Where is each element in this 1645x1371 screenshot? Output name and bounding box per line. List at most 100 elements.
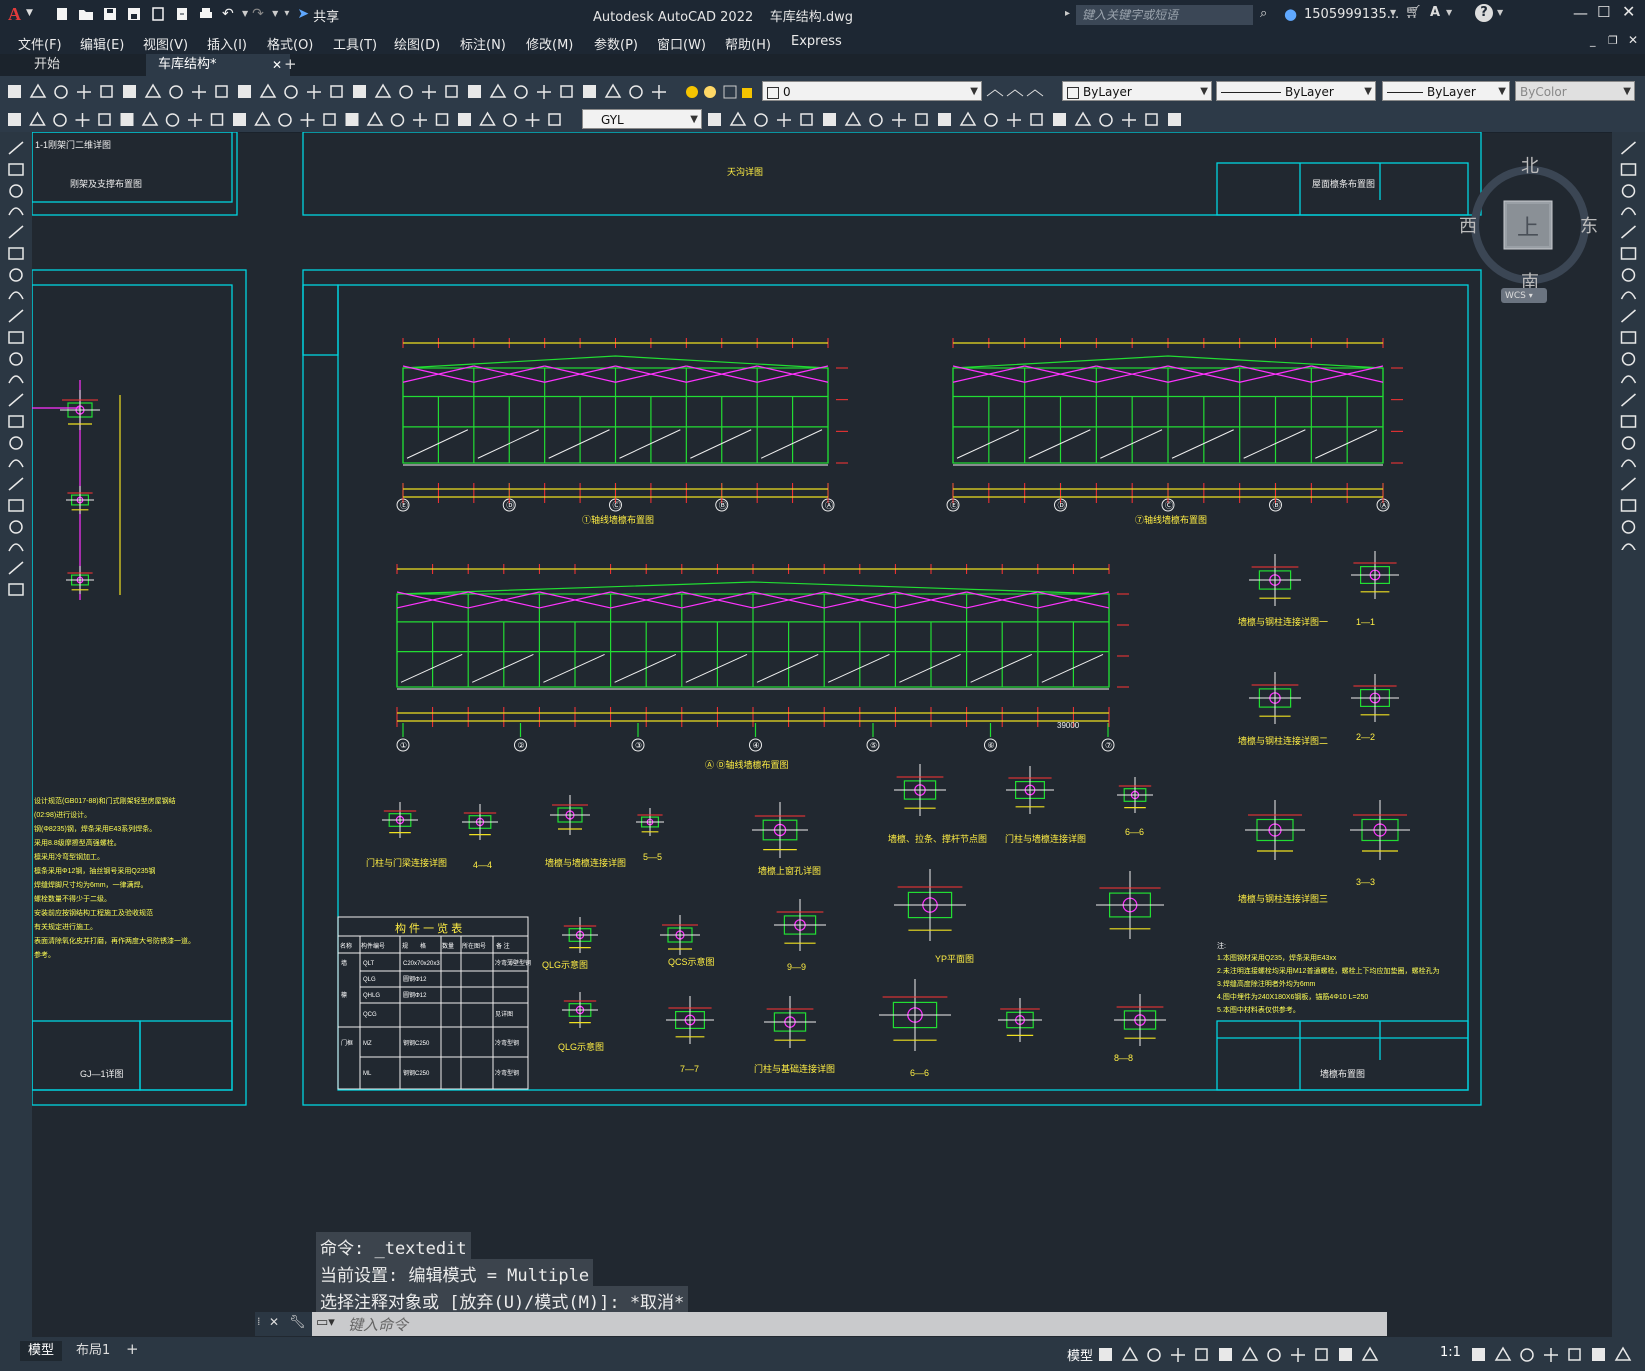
radius-dim-icon[interactable] [366, 111, 384, 126]
selection-cycle-icon[interactable] [1339, 1348, 1352, 1361]
standard-toolbar-icons[interactable] [6, 82, 671, 102]
linear-dim-icon[interactable] [278, 113, 292, 127]
modify-toolbar-icons[interactable] [706, 110, 1226, 130]
print-icon[interactable] [77, 85, 91, 99]
revision-cloud-icon[interactable] [8, 291, 24, 300]
stretch-icon[interactable] [1621, 309, 1636, 323]
polygon-icon[interactable] [8, 207, 24, 216]
new-icon[interactable] [8, 85, 21, 98]
diameter-dim-icon[interactable] [390, 113, 405, 127]
point-icon[interactable] [8, 415, 24, 428]
offset-icon[interactable] [754, 113, 768, 127]
viewcube-east[interactable]: 东 [1580, 212, 1598, 238]
menu-window[interactable]: 窗口(W) [657, 34, 706, 53]
new-tab-icon[interactable]: + [284, 55, 297, 73]
leader-icon[interactable] [479, 111, 496, 126]
linear-dim-icon[interactable] [548, 113, 561, 126]
save-web-icon[interactable] [174, 6, 190, 22]
save-icon[interactable] [560, 85, 573, 98]
add-layout-icon[interactable]: + [126, 1340, 139, 1358]
mirror-icon[interactable] [1621, 184, 1636, 198]
tolerance-icon[interactable] [233, 113, 246, 126]
autodesk-app-dropdown-icon[interactable]: ▼ [1446, 8, 1452, 17]
publish-icon[interactable] [123, 85, 136, 98]
model-space-button[interactable]: 模型 [1067, 1345, 1093, 1364]
layout-tab-model[interactable]: 模型 [20, 1341, 63, 1361]
copy-icon[interactable] [1030, 113, 1043, 126]
baseline-dim-icon[interactable] [165, 113, 180, 127]
viewcube[interactable]: 北 南 东 西 上 [1459, 150, 1598, 300]
new-icon[interactable] [514, 85, 528, 99]
save-icon[interactable] [102, 6, 118, 22]
cart-icon[interactable]: 🛒︎ [1405, 5, 1422, 20]
paste-icon[interactable] [192, 85, 206, 99]
menu-view[interactable]: 视图(V) [143, 34, 188, 53]
user-icon[interactable]: ● [1284, 5, 1297, 23]
gradient-icon[interactable] [8, 459, 24, 468]
aligned-dim-icon[interactable] [300, 113, 315, 127]
osnap-track-icon[interactable] [1241, 1346, 1259, 1361]
copy-icon[interactable] [1620, 163, 1637, 176]
circle-icon[interactable] [9, 268, 23, 282]
scale-icon[interactable] [844, 111, 862, 126]
extend-icon[interactable] [1621, 352, 1636, 366]
undo-dropdown-icon[interactable]: ▼ [242, 9, 248, 25]
quick-properties-icon[interactable] [1544, 1348, 1558, 1362]
spline-icon[interactable] [8, 309, 24, 323]
line-icon[interactable] [8, 561, 24, 575]
plotstyle-combo[interactable]: ByColor ▼ [1515, 81, 1635, 101]
command-close-icon[interactable]: ✕ [269, 1315, 279, 1329]
break-point-icon[interactable] [1620, 375, 1637, 384]
explode-icon[interactable] [1620, 499, 1637, 512]
autodesk-app-icon[interactable]: A [1430, 5, 1440, 20]
menu-express[interactable]: Express [791, 34, 842, 49]
menu-help[interactable]: 帮助(H) [725, 34, 771, 53]
infer-icon[interactable] [1147, 1348, 1161, 1362]
help-search-input[interactable]: 键入关键字或短语 [1076, 5, 1253, 25]
tab-start[interactable]: 开始 [22, 54, 161, 76]
customize-qat-icon[interactable]: ▾ [284, 8, 289, 23]
app-menu-arrow-icon[interactable]: ▼ [26, 8, 33, 18]
center-mark-icon[interactable] [525, 113, 540, 127]
dimension-toolbar-icons[interactable] [6, 110, 578, 130]
mirror-icon[interactable] [729, 111, 747, 126]
center-mark-icon[interactable] [254, 111, 271, 126]
copy-icon[interactable] [169, 85, 183, 99]
doc-close-icon[interactable]: ✕ [1628, 33, 1638, 47]
angular-dim-icon[interactable] [141, 111, 159, 126]
open-icon[interactable] [29, 83, 47, 98]
line-icon[interactable] [8, 141, 24, 155]
array-icon[interactable] [1099, 113, 1113, 127]
doc-minimize-icon[interactable]: _ [1590, 34, 1596, 47]
minimize-icon[interactable]: — [1573, 4, 1588, 22]
maximize-icon[interactable]: ☐ [1597, 3, 1610, 21]
mtext-icon[interactable] [9, 520, 23, 534]
help-dropdown-icon[interactable]: ▼ [1497, 8, 1503, 17]
array-icon[interactable] [1621, 225, 1636, 239]
tab-close-icon[interactable]: ✕ [272, 54, 282, 76]
layer-combo[interactable]: 0 ▼ [762, 81, 982, 101]
command-input[interactable]: ▭▾ 键入命令 [312, 1312, 1387, 1336]
ordinate-dim-icon[interactable] [345, 113, 359, 126]
ellipse-icon[interactable] [8, 331, 24, 344]
break-icon[interactable] [1621, 393, 1636, 407]
redo-icon[interactable]: ↷ [252, 6, 268, 22]
search-icon[interactable]: ⌕ [1260, 6, 1267, 21]
cut-icon[interactable] [652, 85, 666, 99]
join-icon[interactable] [1620, 415, 1637, 428]
menu-modify[interactable]: 修改(M) [526, 34, 573, 53]
share-button[interactable]: 共享 [313, 6, 339, 25]
annotation-visibility-icon[interactable] [1361, 1346, 1379, 1361]
angular-dim-icon[interactable] [413, 113, 427, 127]
mirror-icon[interactable] [1053, 113, 1066, 126]
move-icon[interactable] [1122, 113, 1136, 127]
fillet-icon[interactable] [1620, 459, 1637, 468]
status-toggle-icons[interactable] [1097, 1345, 1387, 1365]
rotate-icon[interactable] [1621, 268, 1636, 282]
new-icon[interactable] [54, 6, 70, 22]
osnap-icon[interactable] [1267, 1348, 1281, 1362]
undo-icon[interactable] [238, 85, 251, 98]
radius-dim-icon[interactable] [98, 113, 111, 126]
move-icon[interactable] [1620, 247, 1637, 260]
isolate-icon[interactable] [1592, 1348, 1605, 1361]
